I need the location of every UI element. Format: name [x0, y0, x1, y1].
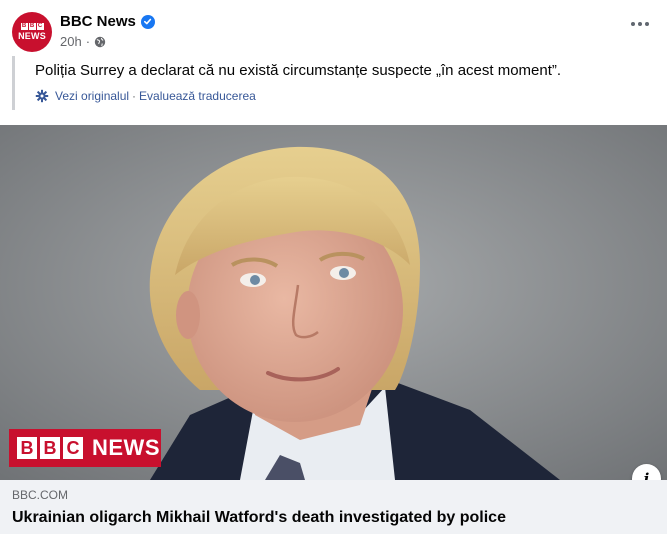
page-name-link[interactable]: BBC News	[60, 13, 136, 30]
translation-links: Vezi originalul · Evaluează traducerea	[35, 89, 256, 103]
more-options-icon[interactable]	[627, 18, 653, 30]
avatar-block-b2: B	[28, 23, 36, 30]
avatar-news-label: NEWS	[18, 31, 46, 41]
facebook-post: B B C NEWS BBC News 20h · Poliția Surrey…	[0, 0, 667, 534]
link-headline[interactable]: Ukrainian oligarch Mikhail Watford's dea…	[12, 509, 506, 527]
link-domain: BBC.COM	[12, 488, 69, 502]
translate-gear-icon[interactable]	[35, 89, 49, 103]
bbc-news-logo-overlay: B B C NEWS	[9, 429, 161, 467]
meta-separator: ·	[85, 34, 91, 49]
see-original-link[interactable]: Vezi originalul	[55, 89, 129, 103]
portrait-photo	[0, 125, 667, 480]
post-meta: 20h ·	[60, 34, 106, 49]
overlay-block-b1: B	[17, 437, 37, 459]
overlay-news-label: NEWS	[92, 435, 160, 460]
overlay-block-c: C	[63, 437, 83, 459]
page-avatar[interactable]: B B C NEWS	[12, 12, 52, 52]
verified-badge-icon	[140, 14, 155, 29]
page-name-row: BBC News	[60, 13, 155, 30]
post-image[interactable]: B B C NEWS i	[0, 125, 667, 480]
translated-text-block: Poliția Surrey a declarat că nu există c…	[12, 56, 652, 110]
globe-icon[interactable]	[94, 36, 106, 48]
post-timestamp[interactable]: 20h	[60, 34, 82, 49]
link-preview[interactable]: BBC.COM Ukrainian oligarch Mikhail Watfo…	[0, 480, 667, 534]
overlay-block-b2: B	[40, 437, 60, 459]
links-separator: ·	[132, 89, 137, 103]
avatar-block-c: C	[36, 23, 44, 30]
avatar-bbc-blocks: B B C	[20, 23, 44, 30]
avatar-block-b1: B	[20, 23, 28, 30]
rate-translation-link[interactable]: Evaluează traducerea	[139, 89, 256, 103]
post-text: Poliția Surrey a declarat că nu există c…	[35, 62, 562, 79]
